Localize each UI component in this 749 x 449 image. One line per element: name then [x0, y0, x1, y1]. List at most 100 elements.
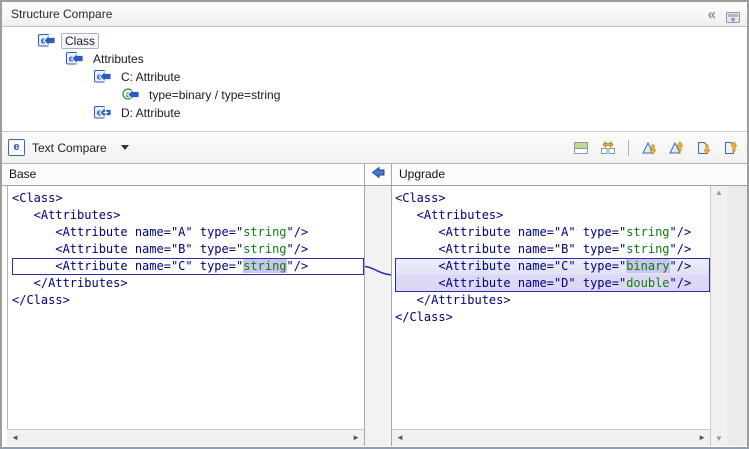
upgrade-horizontal-scrollbar[interactable]: ◄ ►	[392, 429, 710, 446]
code-line[interactable]: <Attribute name="B" type="string"/>	[12, 241, 364, 258]
tree-item[interactable]: e D: Attribute	[2, 104, 747, 122]
scroll-down-icon[interactable]: ▼	[715, 435, 723, 443]
scroll-left-icon[interactable]: ◄	[11, 433, 19, 442]
structure-compare-title: Structure Compare	[11, 2, 112, 27]
upgrade-pane-title: Upgrade	[392, 164, 710, 186]
viewer-dropdown-icon[interactable]	[121, 145, 129, 150]
upgrade-pane[interactable]: <Class> <Attributes> <Attribute name="A"…	[392, 186, 710, 429]
code-token: string	[243, 225, 286, 239]
code-token: string	[626, 242, 669, 256]
code-line[interactable]: </Attributes>	[395, 292, 710, 309]
code-line[interactable]: </Class>	[395, 309, 710, 326]
code-token: "/>	[670, 259, 692, 273]
code-token: <Attributes>	[12, 208, 120, 222]
toolbar-buttons	[570, 137, 741, 159]
code-token: </Class>	[395, 310, 453, 324]
emf-added-icon: e	[94, 105, 112, 121]
tree-item-label: Class	[61, 33, 99, 49]
panel-menu-icon[interactable]	[726, 8, 741, 21]
current-diff-box: <Attribute name="C" type="binary"/> <Att…	[395, 258, 710, 292]
code-token: <Attribute name="A" type="	[12, 225, 243, 239]
code-token: "/>	[670, 242, 692, 256]
attr-change-icon: a	[122, 87, 140, 103]
diff-connector-gutter	[364, 186, 392, 429]
code-token: </Class>	[12, 293, 70, 307]
merge-left-arrow-icon	[371, 166, 385, 184]
toolbar-separator	[628, 140, 629, 156]
structure-compare-header: Structure Compare «	[2, 2, 747, 27]
current-diff-box: <Attribute name="C" type="string"/>	[12, 258, 364, 275]
code-token: </Attributes>	[12, 276, 128, 290]
scroll-right-icon[interactable]: ►	[352, 433, 360, 442]
scroll-up-icon[interactable]: ▲	[715, 189, 723, 197]
orientation-icon[interactable]	[570, 137, 592, 159]
code-line[interactable]: <Attribute name="D" type="double"/>	[395, 275, 710, 292]
diff-overview-ruler	[727, 186, 747, 446]
code-line[interactable]: <Attribute name="B" type="string"/>	[395, 241, 710, 258]
scroll-right-icon[interactable]: ►	[698, 433, 706, 442]
code-token: <Attribute name="C" type="	[12, 259, 243, 273]
previous-difference-icon[interactable]	[665, 137, 687, 159]
code-token: <Attribute name="A" type="	[395, 225, 626, 239]
diff-connector-line	[365, 186, 392, 429]
emf-change-icon: e	[66, 51, 84, 67]
tree-item-label: Attributes	[89, 51, 148, 67]
base-horizontal-scrollbar[interactable]: ◄ ►	[7, 429, 364, 446]
tree-item[interactable]: a type=binary / type=string	[2, 86, 747, 104]
base-pane[interactable]: <Class> <Attributes> <Attribute name="A"…	[7, 186, 364, 429]
code-token: <Attribute name="B" type="	[12, 242, 243, 256]
code-line[interactable]: <Attribute name="C" type="string"/>	[12, 258, 364, 275]
previous-change-icon[interactable]	[719, 137, 741, 159]
text-compare-toolbar: e Text Compare	[2, 131, 747, 164]
next-change-icon[interactable]	[692, 137, 714, 159]
tree-item-label: type=binary / type=string	[145, 87, 284, 103]
swap-panes-icon[interactable]	[597, 137, 619, 159]
tree-item[interactable]: e Class	[2, 32, 747, 50]
code-token: <Class>	[12, 191, 63, 205]
text-compare-title: Text Compare	[32, 141, 107, 155]
header-fill	[710, 164, 747, 186]
tree-item-label: D: Attribute	[117, 105, 184, 121]
code-token: double	[626, 276, 669, 290]
code-token: string	[243, 242, 286, 256]
code-line[interactable]: <Attribute name="C" type="binary"/>	[395, 258, 710, 275]
code-line[interactable]: <Class>	[12, 190, 364, 207]
tree-item[interactable]: e Attributes	[2, 50, 747, 68]
code-line[interactable]: <Attribute name="A" type="string"/>	[12, 224, 364, 241]
code-token: </Attributes>	[395, 293, 511, 307]
code-token: string	[243, 259, 286, 273]
tree-item[interactable]: e C: Attribute	[2, 68, 747, 86]
collapse-icon[interactable]: «	[708, 2, 714, 27]
code-token: "/>	[287, 225, 309, 239]
code-token: <Attributes>	[395, 208, 503, 222]
code-line[interactable]: <Class>	[395, 190, 710, 207]
code-token: binary	[626, 259, 669, 273]
code-line[interactable]: </Attributes>	[12, 275, 364, 292]
code-token: string	[626, 225, 669, 239]
code-token: <Class>	[395, 191, 446, 205]
structure-compare-tree[interactable]: eClasseAttributeseC: Attributeatype=bina…	[2, 27, 747, 131]
emf-change-icon: e	[38, 33, 56, 49]
gutter-bottom-filler	[364, 429, 392, 446]
vertical-scrollbar[interactable]: ▲ ▼	[710, 186, 727, 446]
code-token: "/>	[287, 242, 309, 256]
base-pane-title: Base	[2, 164, 364, 186]
text-compare-body: Base Upgrade <Class> <Attributes> <Attri…	[2, 164, 747, 446]
compare-editor-window: Structure Compare « eClasseAttributeseC:…	[0, 0, 749, 449]
code-token: "/>	[670, 225, 692, 239]
next-difference-icon[interactable]	[638, 137, 660, 159]
code-line[interactable]: </Class>	[12, 292, 364, 309]
emf-change-icon: e	[94, 69, 112, 85]
gutter-header	[364, 164, 392, 186]
code-token: "/>	[670, 276, 692, 290]
code-line[interactable]: <Attributes>	[12, 207, 364, 224]
code-token: <Attribute name="B" type="	[395, 242, 626, 256]
text-compare-viewer-icon: e	[8, 139, 25, 156]
code-line[interactable]: <Attribute name="A" type="string"/>	[395, 224, 710, 241]
tree-item-label: C: Attribute	[117, 69, 184, 85]
code-line[interactable]: <Attributes>	[395, 207, 710, 224]
code-token: "/>	[287, 259, 309, 273]
code-token: <Attribute name="D" type="	[395, 276, 626, 290]
scroll-left-icon[interactable]: ◄	[396, 433, 404, 442]
code-token: <Attribute name="C" type="	[395, 259, 626, 273]
